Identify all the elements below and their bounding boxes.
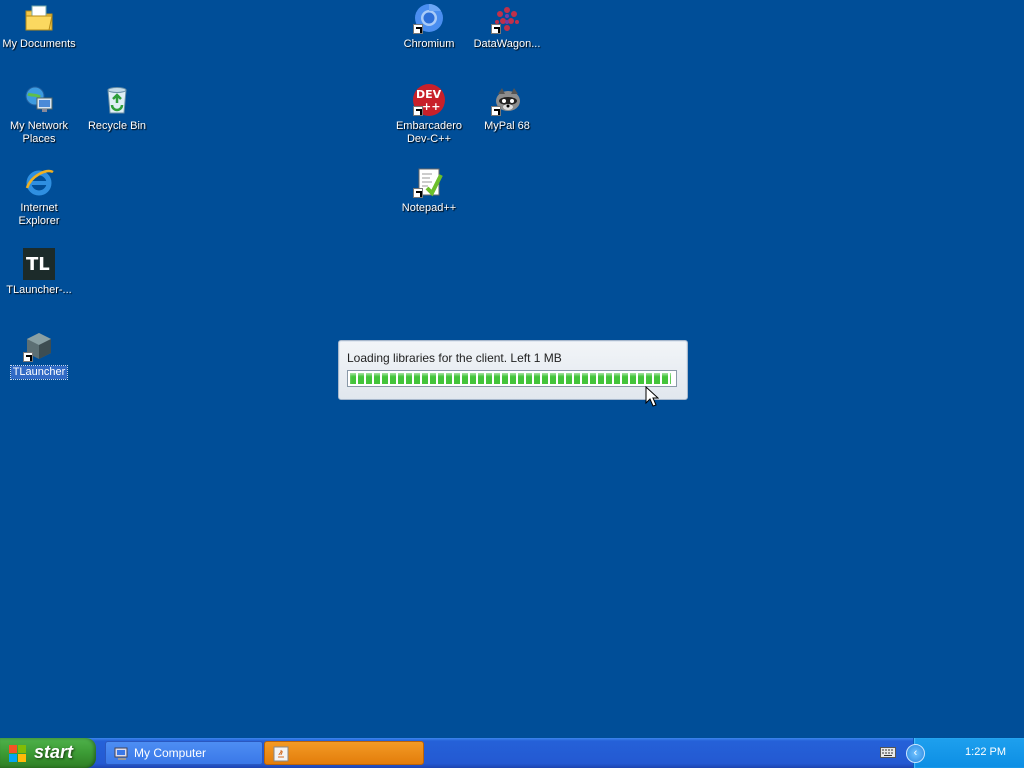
icon-label: Embarcadero Dev-C++ <box>395 120 463 145</box>
internet-explorer-icon <box>23 166 55 198</box>
desktop-icon-notepad-plus-plus[interactable]: Notepad++ <box>390 166 468 216</box>
icon-label: Notepad++ <box>401 202 457 214</box>
icon-label: My Documents <box>2 38 76 50</box>
icon-label: Internet Explorer <box>18 202 60 227</box>
desktop-icon-recycle-bin[interactable]: Recycle Bin <box>78 84 156 134</box>
keyboard-icon[interactable] <box>880 747 896 758</box>
icon-label: Chromium <box>403 38 455 50</box>
taskbar-label: My Computer <box>134 746 207 760</box>
icon-label: Recycle Bin <box>87 120 147 132</box>
icon-label: TLauncher <box>9 365 69 380</box>
my-computer-icon <box>114 747 128 760</box>
icon-label: My Network Places <box>9 120 69 145</box>
icon-label: MyPal 68 <box>484 120 530 132</box>
desktop-icon-devcpp[interactable]: DEV ++ Embarcadero Dev-C++ <box>390 84 468 147</box>
shortcut-arrow-icon <box>491 106 501 116</box>
taskbar-button-my-computer[interactable]: My Computer <box>105 741 263 765</box>
tl-logo-text: TL <box>26 254 50 275</box>
notepad-plus-plus-icon <box>413 166 445 198</box>
tlauncher-logo-icon: TL <box>23 248 55 280</box>
desktop-icon-mypal[interactable]: MyPal 68 <box>468 84 546 134</box>
desktop-icon-my-documents[interactable]: My Documents <box>0 2 78 52</box>
windows-logo-icon <box>9 745 26 762</box>
icon-label: DataWagon... <box>473 38 541 50</box>
chromium-icon <box>413 2 445 34</box>
shortcut-arrow-icon <box>413 188 423 198</box>
clock[interactable]: 1:22 PM <box>965 746 1006 758</box>
progress-bar-fill <box>350 373 671 384</box>
mypal-raccoon-icon <box>491 84 523 116</box>
loading-dialog: Loading libraries for the client. Left 1… <box>338 340 688 400</box>
start-button[interactable]: start <box>0 738 96 768</box>
desktop: My Documents My Network Places Recycle B… <box>0 0 1024 738</box>
system-tray: ‹ 1:22 PM <box>880 738 1024 768</box>
tlauncher-block-icon <box>23 330 55 362</box>
desktop-icon-internet-explorer[interactable]: Internet Explorer <box>0 166 78 229</box>
shortcut-arrow-icon <box>491 24 501 34</box>
mouse-cursor-icon <box>645 386 659 407</box>
recycle-bin-icon <box>101 84 133 116</box>
shortcut-arrow-icon <box>413 106 423 116</box>
start-label: start <box>34 742 74 762</box>
desktop-icon-chromium[interactable]: Chromium <box>390 2 468 52</box>
java-icon <box>273 746 289 762</box>
desktop-icon-tlauncher[interactable]: TLauncher <box>0 330 78 380</box>
progress-bar <box>347 370 677 387</box>
taskbar: start My Computer ‹ 1:22 PM <box>0 738 1024 768</box>
desktop-icon-my-network-places[interactable]: My Network Places <box>0 84 78 147</box>
desktop-icon-datawagon[interactable]: DataWagon... <box>468 2 546 52</box>
show-hidden-icons-chevron-icon[interactable]: ‹ <box>906 744 925 763</box>
dev-logo-plus: ++ <box>422 100 441 113</box>
taskbar-button-java[interactable] <box>264 741 424 765</box>
devcpp-icon: DEV ++ <box>413 84 445 116</box>
desktop-icon-tlauncher-installer[interactable]: TL TLauncher-... <box>0 248 78 298</box>
folder-documents-icon <box>23 2 55 34</box>
shortcut-arrow-icon <box>413 24 423 34</box>
loading-message: Loading libraries for the client. Left 1… <box>347 351 562 365</box>
icon-label: TLauncher-... <box>6 284 72 296</box>
datawagon-icon <box>491 2 523 34</box>
shortcut-arrow-icon <box>23 352 33 362</box>
network-places-icon <box>23 84 55 116</box>
